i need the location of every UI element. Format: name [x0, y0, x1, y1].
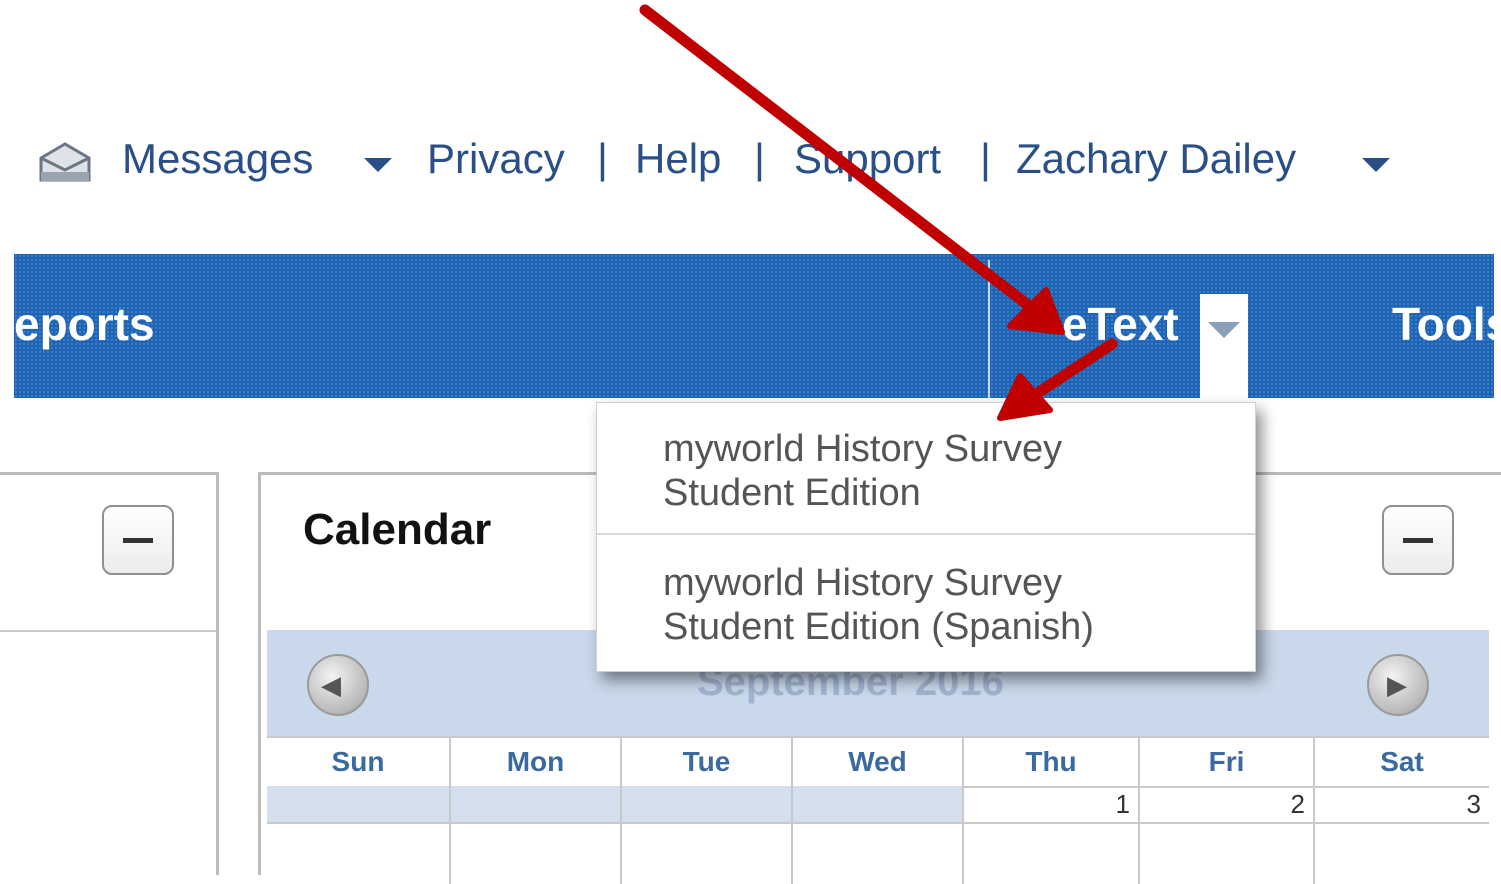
- nav-tools[interactable]: Tools: [1392, 296, 1501, 352]
- calendar-week: [267, 822, 1489, 884]
- caret-down-icon[interactable]: [1362, 158, 1390, 172]
- envelope-icon[interactable]: [38, 140, 92, 184]
- prev-month-button[interactable]: ◀: [307, 654, 369, 716]
- day-cell[interactable]: 1: [962, 786, 1138, 822]
- minus-icon: [123, 538, 153, 543]
- day-cell: [267, 786, 449, 822]
- weekday-header: Sun Mon Tue Wed Thu Fri Sat: [267, 736, 1489, 788]
- collapse-button[interactable]: [1382, 505, 1454, 575]
- privacy-link[interactable]: Privacy: [427, 134, 565, 184]
- day-cell[interactable]: [620, 824, 791, 884]
- help-link[interactable]: Help: [635, 134, 721, 184]
- separator: |: [980, 135, 991, 182]
- messages-link[interactable]: Messages: [122, 134, 313, 184]
- panel-divider: [0, 630, 216, 632]
- calendar-title: Calendar: [303, 505, 492, 554]
- menu-divider: [597, 533, 1255, 535]
- day-cell: [791, 786, 962, 822]
- menu-item-line: Student Edition (Spanish): [663, 606, 1094, 648]
- day-header: Sat: [1313, 738, 1489, 786]
- day-cell: [449, 786, 620, 822]
- user-menu[interactable]: Zachary Dailey: [1016, 134, 1296, 184]
- arrow-right-icon: ▶: [1387, 670, 1407, 700]
- day-cell: [620, 786, 791, 822]
- day-header: Sun: [331, 746, 385, 777]
- day-cell[interactable]: [1138, 824, 1313, 884]
- caret-down-icon: [1208, 322, 1240, 338]
- day-cell[interactable]: [791, 824, 962, 884]
- day-header: Wed: [791, 738, 962, 786]
- day-header: Mon: [449, 738, 620, 786]
- collapse-button[interactable]: [102, 505, 174, 575]
- main-nav: eports eText Tools: [14, 254, 1501, 404]
- day-cell[interactable]: [962, 824, 1138, 884]
- support-link[interactable]: Support: [794, 134, 941, 184]
- day-cell[interactable]: 2: [1138, 786, 1313, 822]
- nav-divider: [988, 260, 990, 398]
- left-panel: [0, 472, 219, 875]
- next-month-button[interactable]: ▶: [1367, 654, 1429, 716]
- minus-icon: [1403, 538, 1433, 543]
- menu-item-line: myworld History Survey: [663, 562, 1063, 604]
- day-cell[interactable]: [1313, 824, 1489, 884]
- nav-reports[interactable]: eports: [14, 296, 155, 352]
- caret-down-icon[interactable]: [364, 158, 392, 172]
- utility-bar: Messages Privacy | Help | Support | Zach…: [0, 120, 1501, 200]
- separator: |: [597, 135, 608, 182]
- day-cell[interactable]: [449, 824, 620, 884]
- etext-dropdown-toggle[interactable]: [1200, 294, 1248, 404]
- etext-dropdown-menu: myworld History Survey Student Edition m…: [596, 402, 1256, 672]
- day-cell[interactable]: 3: [1313, 786, 1489, 822]
- calendar-week: 1 2 3: [267, 786, 1489, 822]
- separator: |: [754, 135, 765, 182]
- menu-item-line: Student Edition: [663, 472, 921, 514]
- menu-item-line: myworld History Survey: [663, 428, 1063, 470]
- day-header: Fri: [1138, 738, 1313, 786]
- arrow-left-icon: ◀: [321, 670, 341, 700]
- nav-etext[interactable]: eText: [1062, 296, 1179, 352]
- day-header: Tue: [620, 738, 791, 786]
- day-header: Thu: [962, 738, 1138, 786]
